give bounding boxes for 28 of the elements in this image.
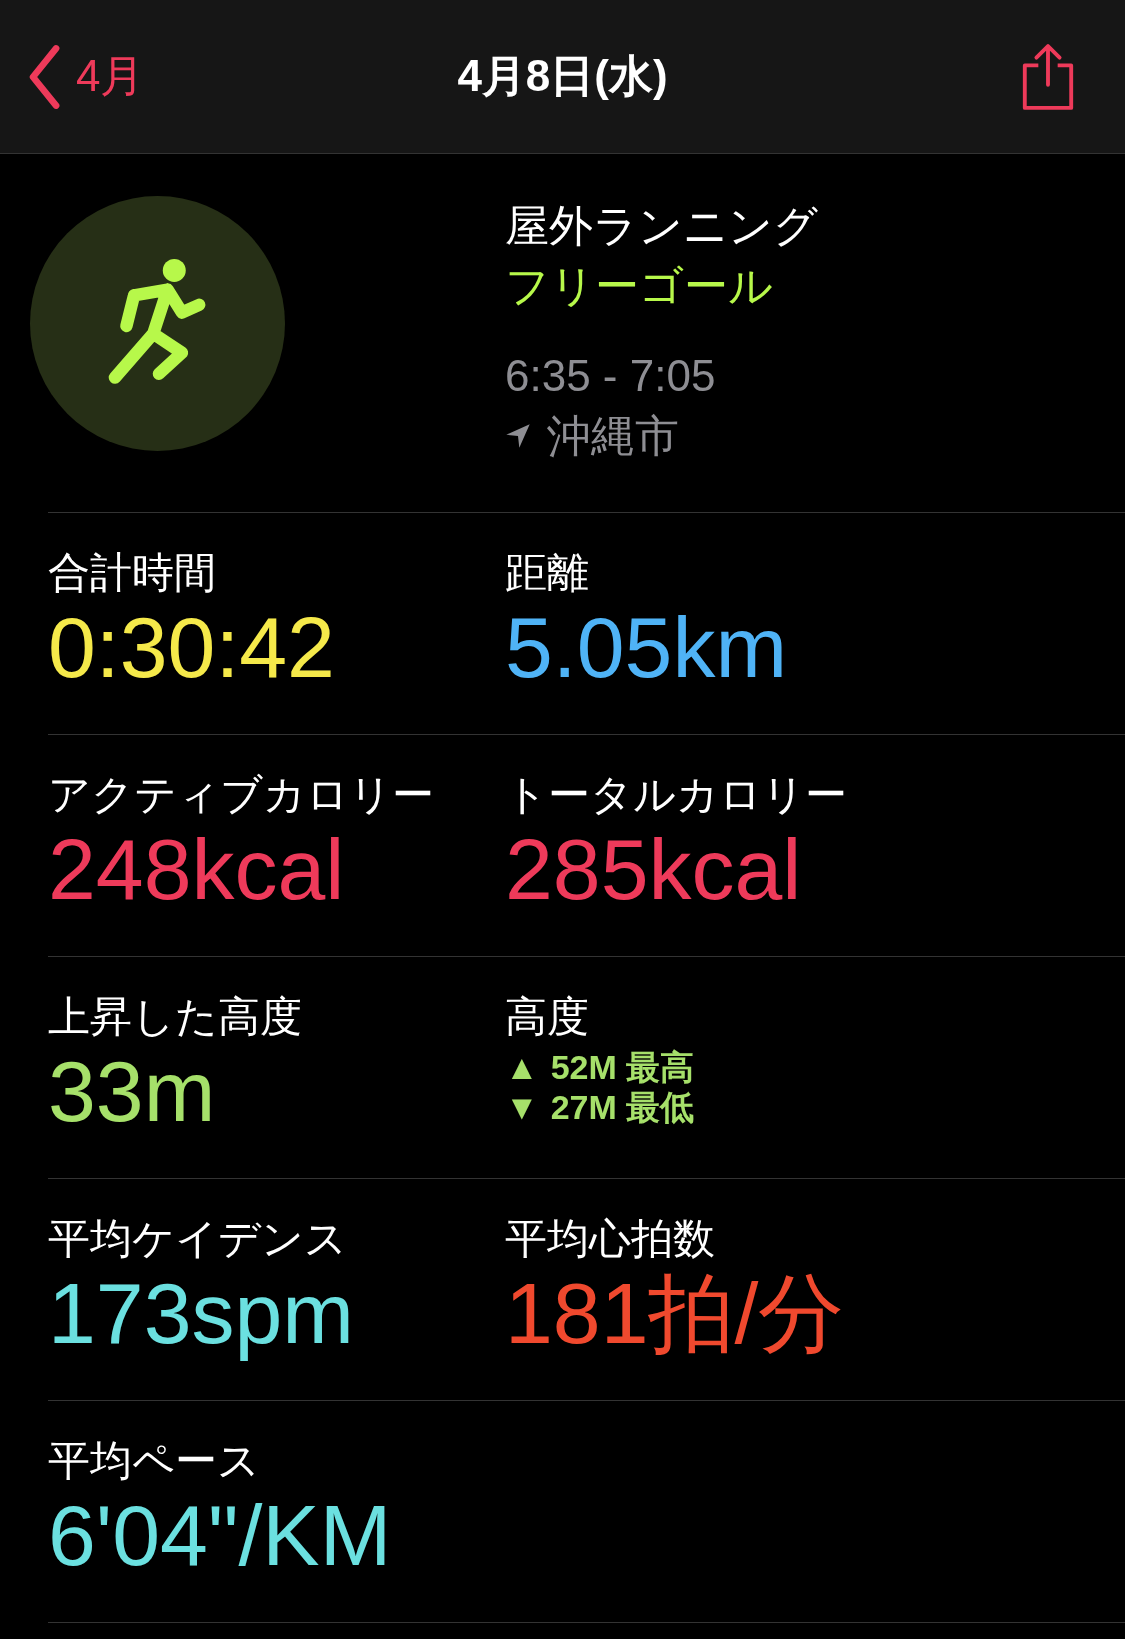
metric-label: 距離 (505, 548, 590, 598)
back-link[interactable]: 4月 (76, 47, 145, 106)
nav-title: 4月8日(水) (457, 50, 668, 102)
metric-label: 合計時間 (48, 548, 217, 598)
metric-label: アクティブカロリー (48, 770, 435, 820)
metric-value: 285kcal (505, 821, 803, 917)
altitude-reading: 27M 最低 (550, 1087, 695, 1127)
metric-label: 平均ケイデンス (48, 1214, 348, 1264)
metric-value: 6'04"/KM (48, 1487, 393, 1583)
metric-label: 上昇した高度 (48, 992, 303, 1042)
metric-value: 248kcal (48, 821, 346, 917)
metric-value: 173spm (48, 1265, 355, 1361)
metric-label: 高度 (505, 992, 590, 1042)
metric-value: 33m (48, 1043, 217, 1139)
workout-location: 沖縄市 (547, 410, 679, 462)
metric-value: 0:30:42 (48, 599, 336, 695)
metric-label: トータルカロリー (505, 770, 848, 820)
metric-label: 平均ペース (48, 1436, 261, 1486)
metric-value: 5.05km (505, 599, 789, 695)
workout-goal: フリーゴール (505, 260, 774, 312)
workout-name: 屋外ランニング (505, 200, 818, 252)
location-arrow-icon (505, 423, 531, 449)
triangle-marker: ▼ (505, 1087, 539, 1127)
triangle-marker: ▲ (505, 1047, 539, 1087)
workout-time: 6:35 - 7:05 (505, 350, 717, 402)
metric-label: 平均心拍数 (505, 1214, 716, 1264)
metric-value: 181拍/分 (505, 1265, 846, 1361)
altitude-reading: 52M 最高 (550, 1047, 695, 1087)
